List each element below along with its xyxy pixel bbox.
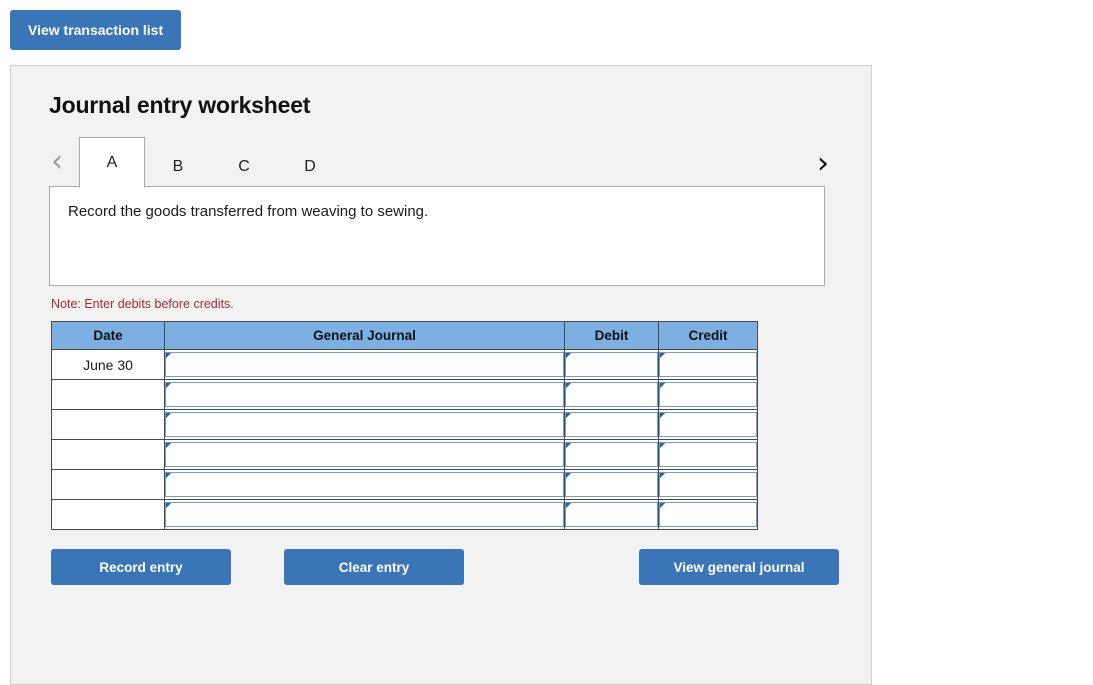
credit-input-cell (658, 349, 758, 380)
chevron-right-icon[interactable]: › (817, 149, 829, 179)
general-journal-input[interactable] (165, 442, 564, 467)
debit-input-cell (564, 409, 659, 440)
table-row (51, 379, 758, 410)
clear-entry-button[interactable]: Clear entry (284, 549, 464, 585)
credit-input[interactable] (659, 472, 757, 497)
chevron-left-icon[interactable]: ‹ (49, 147, 69, 187)
journal-entry-panel: Journal entry worksheet ‹ ABCD › Record … (10, 65, 872, 685)
view-transaction-list-button[interactable]: View transaction list (10, 10, 182, 50)
date-cell[interactable] (51, 469, 165, 500)
general-journal-input-cell (164, 409, 565, 440)
general-journal-input-cell (164, 349, 565, 380)
credit-input[interactable] (659, 382, 757, 407)
record-entry-button[interactable]: Record entry (51, 549, 231, 585)
general-journal-input[interactable] (165, 472, 564, 497)
general-journal-input-cell (164, 439, 565, 470)
general-journal-input-cell (164, 499, 565, 530)
date-cell[interactable] (51, 379, 165, 410)
credit-input[interactable] (659, 442, 757, 467)
transaction-description: Record the goods transferred from weavin… (49, 186, 825, 286)
debit-input[interactable] (565, 412, 658, 437)
column-header-credit: Credit (658, 321, 758, 350)
debit-input[interactable] (565, 382, 658, 407)
date-cell[interactable] (51, 409, 165, 440)
page-title: Journal entry worksheet (49, 92, 311, 118)
worksheet-tab-c[interactable]: C (211, 145, 277, 187)
credit-input[interactable] (659, 412, 757, 437)
column-header-debit: Debit (564, 321, 659, 350)
debit-input-cell (564, 439, 659, 470)
journal-entry-table: Date General Journal Debit Credit June 30 (51, 321, 758, 530)
column-header-general-journal: General Journal (164, 321, 565, 350)
worksheet-tab-b[interactable]: B (145, 145, 211, 187)
credit-input-cell (658, 469, 758, 500)
general-journal-input[interactable] (165, 502, 564, 527)
general-journal-input-cell (164, 379, 565, 410)
general-journal-input[interactable] (165, 352, 564, 377)
general-journal-input-cell (164, 469, 565, 500)
debit-input-cell (564, 469, 659, 500)
debit-input[interactable] (565, 442, 658, 467)
debits-before-credits-note: Note: Enter debits before credits. (51, 297, 234, 311)
worksheet-tab-d[interactable]: D (277, 145, 343, 187)
table-row (51, 469, 758, 500)
table-row (51, 439, 758, 470)
date-cell[interactable] (51, 499, 165, 530)
debit-input[interactable] (565, 502, 658, 527)
table-header-row: Date General Journal Debit Credit (51, 321, 758, 350)
credit-input-cell (658, 409, 758, 440)
credit-input-cell (658, 379, 758, 410)
credit-input-cell (658, 439, 758, 470)
debit-input[interactable] (565, 352, 658, 377)
action-button-row: Record entry Clear entry View general jo… (51, 549, 839, 585)
transaction-description-text: Record the goods transferred from weavin… (68, 203, 429, 220)
worksheet-tabs: ABCD (79, 137, 343, 188)
column-header-date: Date (51, 321, 165, 350)
worksheet-tab-a[interactable]: A (79, 137, 145, 188)
top-toolbar: View transaction list (0, 0, 1093, 50)
journal-entry-panel-body: Journal entry worksheet ‹ ABCD › Record … (11, 66, 871, 585)
credit-input-cell (658, 499, 758, 530)
worksheet-tabstrip: ‹ ABCD › (49, 137, 833, 188)
debit-input-cell (564, 349, 659, 380)
debit-input[interactable] (565, 472, 658, 497)
credit-input[interactable] (659, 352, 757, 377)
date-cell[interactable] (51, 439, 165, 470)
table-row (51, 409, 758, 440)
general-journal-input[interactable] (165, 412, 564, 437)
view-general-journal-button[interactable]: View general journal (639, 549, 839, 585)
debit-input-cell (564, 499, 659, 530)
general-journal-input[interactable] (165, 382, 564, 407)
table-row: June 30 (51, 349, 758, 380)
date-cell[interactable]: June 30 (51, 349, 165, 380)
debit-input-cell (564, 379, 659, 410)
credit-input[interactable] (659, 502, 757, 527)
table-row (51, 499, 758, 530)
